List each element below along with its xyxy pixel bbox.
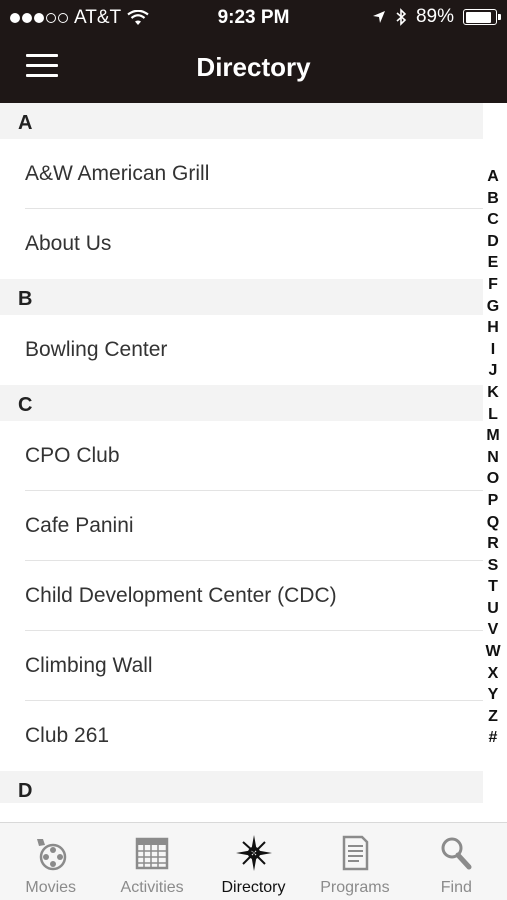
index-letter[interactable]: S	[488, 555, 499, 577]
document-icon	[335, 833, 375, 873]
list-item[interactable]: Climbing Wall	[0, 631, 483, 701]
index-letter[interactable]: H	[487, 317, 499, 339]
list-item[interactable]: Club 261	[0, 701, 483, 771]
index-letter[interactable]: E	[488, 252, 499, 274]
list-item[interactable]: Bowling Center	[0, 315, 483, 385]
index-letter[interactable]: Y	[488, 684, 499, 706]
tab-label: Programs	[320, 879, 390, 896]
index-letter[interactable]: #	[489, 727, 498, 749]
tab-bar: Movies Activities Directory Programs Find	[0, 822, 507, 900]
location-arrow-icon	[372, 11, 385, 23]
tab-label: Activities	[120, 879, 184, 896]
index-letter[interactable]: K	[487, 382, 499, 404]
index-letter[interactable]: F	[488, 274, 498, 296]
index-letter[interactable]: T	[488, 576, 498, 598]
film-reel-icon	[31, 833, 71, 873]
index-letter[interactable]: I	[491, 339, 495, 361]
index-letter[interactable]: G	[487, 296, 499, 318]
tab-directory[interactable]: Directory	[203, 823, 304, 900]
index-letter[interactable]: V	[488, 619, 499, 641]
page-title: Directory	[196, 52, 311, 82]
list-item[interactable]: About Us	[0, 209, 483, 279]
compass-star-icon	[234, 833, 274, 873]
tab-find[interactable]: Find	[406, 823, 507, 900]
tab-label: Find	[440, 879, 472, 896]
index-letter[interactable]: X	[488, 663, 499, 685]
index-letter[interactable]: W	[485, 641, 500, 663]
index-letter[interactable]: N	[487, 447, 499, 469]
bluetooth-icon	[396, 8, 407, 26]
index-letter[interactable]: J	[489, 360, 498, 382]
tab-label: Directory	[221, 879, 286, 896]
list-item[interactable]: CPO Club	[0, 421, 483, 491]
directory-list[interactable]: A A&W American Grill About Us B Bowling Cent…	[0, 103, 483, 803]
section-header-a: A	[0, 103, 483, 139]
index-letter[interactable]: A	[487, 166, 499, 188]
tab-movies[interactable]: Movies	[0, 823, 101, 900]
alphabet-index[interactable]: A B C D E F G H I J K L M N O P Q R S T U V W X Y Z #	[483, 166, 503, 749]
list-item[interactable]: A&W American Grill	[0, 139, 483, 209]
battery-icon	[463, 9, 501, 25]
tab-activities[interactable]: Activities	[101, 823, 202, 900]
index-letter[interactable]: Z	[488, 706, 498, 728]
index-letter[interactable]: O	[487, 468, 499, 490]
index-letter[interactable]: D	[487, 231, 499, 253]
index-letter[interactable]: U	[487, 598, 499, 620]
list-item[interactable]: Child Development Center (CDC)	[0, 561, 483, 631]
index-letter[interactable]: C	[487, 209, 499, 231]
index-letter[interactable]: R	[487, 533, 499, 555]
section-header-d: D	[0, 771, 483, 803]
magnifier-icon	[436, 833, 476, 873]
navigation-header: AT&T 9:23 PM 89% Directory	[0, 0, 507, 103]
index-letter[interactable]: M	[486, 425, 499, 447]
section-header-c: C	[0, 385, 483, 421]
tab-label: Movies	[25, 879, 77, 896]
index-letter[interactable]: P	[488, 490, 499, 512]
index-letter[interactable]: B	[487, 188, 499, 210]
section-header-b: B	[0, 279, 483, 315]
index-letter[interactable]: L	[488, 404, 498, 426]
list-item[interactable]: Cafe Panini	[0, 491, 483, 561]
index-letter[interactable]: Q	[487, 512, 499, 534]
battery-percentage: 89%	[415, 6, 454, 27]
status-right-group: 89%	[372, 6, 501, 28]
calendar-icon	[132, 833, 172, 873]
status-bar: AT&T 9:23 PM 89%	[0, 0, 507, 36]
tab-programs[interactable]: Programs	[304, 823, 405, 900]
